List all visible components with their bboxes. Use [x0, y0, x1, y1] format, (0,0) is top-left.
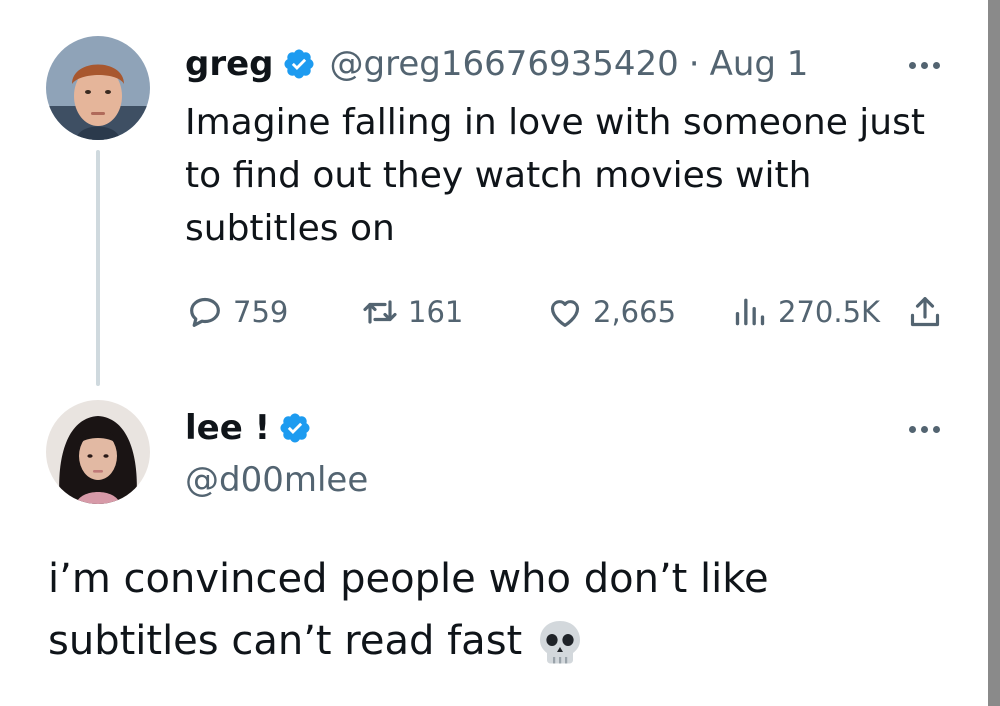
- author-name[interactable]: greg: [185, 44, 274, 84]
- retweet-icon: [360, 292, 400, 332]
- views-count: 270.5K: [778, 295, 881, 329]
- thread-connector-line: [96, 150, 100, 386]
- tweet-text: Imagine falling in love with someone jus…: [185, 102, 925, 249]
- more-icon[interactable]: [909, 426, 940, 433]
- like-count: 2,665: [593, 295, 677, 329]
- reply-text-content: i’m convinced people who don’t like subt…: [48, 556, 769, 664]
- reply-handle-row: @d00mlee: [185, 458, 368, 502]
- retweet-button[interactable]: 161: [360, 290, 463, 334]
- lee-avatar[interactable]: [46, 400, 150, 504]
- share-button[interactable]: [905, 290, 945, 334]
- greg-avatar[interactable]: [46, 36, 150, 140]
- reply-icon: [185, 292, 225, 332]
- reply-button[interactable]: 759: [185, 290, 288, 334]
- window-edge: [988, 0, 1000, 706]
- reply-author-name[interactable]: lee !: [185, 408, 270, 448]
- tweet-date[interactable]: Aug 1: [710, 44, 809, 84]
- reply-text: i’m convinced people who don’t like subt…: [48, 548, 948, 672]
- reply-author-row: lee !: [185, 406, 312, 450]
- tweet-actions: 759 161 2,665 270.5K: [185, 290, 955, 334]
- views-button[interactable]: 270.5K: [730, 290, 880, 334]
- skull-emoji-icon: [534, 617, 586, 669]
- like-button[interactable]: 2,665: [545, 290, 676, 334]
- share-icon: [905, 292, 945, 332]
- more-icon[interactable]: [909, 62, 940, 69]
- retweet-count: 161: [408, 295, 464, 329]
- verified-badge-icon: [282, 47, 316, 81]
- tweet-header: greg @greg16676935420 · Aug 1: [185, 42, 808, 86]
- author-handle[interactable]: @greg16676935420: [330, 44, 679, 84]
- separator-dot: ·: [688, 44, 700, 84]
- like-icon: [545, 292, 585, 332]
- views-icon: [730, 292, 770, 332]
- verified-badge-icon: [278, 411, 312, 445]
- reply-count: 759: [233, 295, 289, 329]
- reply-author-handle[interactable]: @d00mlee: [185, 460, 368, 500]
